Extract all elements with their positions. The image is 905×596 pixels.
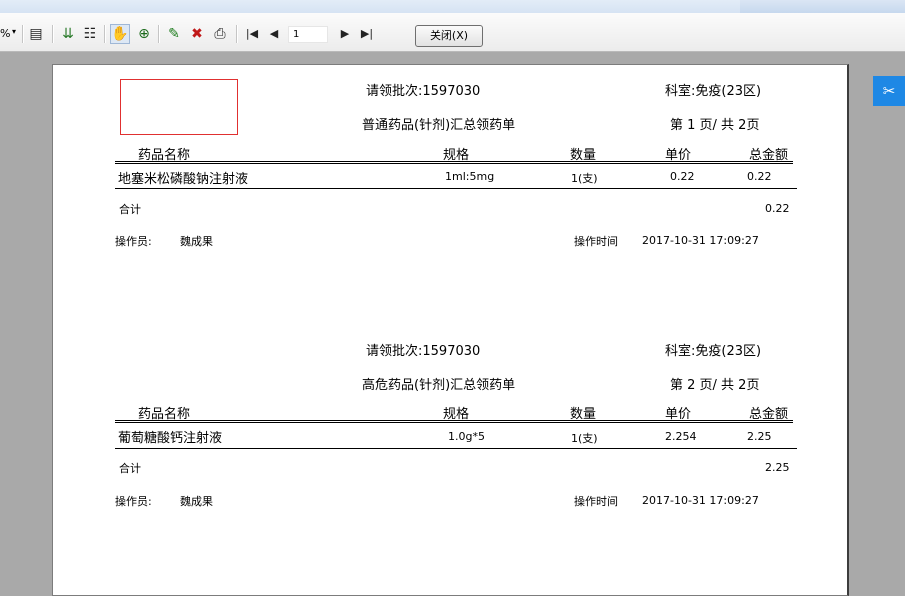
report-title: 高危药品(针剂)汇总领药单 bbox=[362, 378, 516, 393]
header-rule bbox=[115, 420, 793, 423]
delete-icon[interactable]: ✖ bbox=[187, 24, 207, 44]
table-cell-spec: 1ml:5mg bbox=[445, 170, 495, 183]
department-label: 科室:免疫(23区) bbox=[665, 344, 762, 359]
operator-name: 魏成果 bbox=[180, 495, 213, 508]
operation-time-label: 操作时间 bbox=[574, 495, 618, 508]
zoom-dropdown-icon[interactable]: ▾ bbox=[12, 27, 16, 36]
toolbar-separator bbox=[52, 25, 54, 43]
first-page-icon[interactable]: |◀ bbox=[242, 24, 262, 44]
operator-label: 操作员: bbox=[115, 495, 152, 508]
table-cell-name: 葡萄糖酸钙注射液 bbox=[118, 431, 223, 446]
tree-icon[interactable]: ☷ bbox=[80, 24, 100, 44]
table-cell-qty: 1(支) bbox=[571, 432, 598, 445]
total-value: 0.22 bbox=[765, 202, 790, 215]
table-cell-total: 0.22 bbox=[747, 170, 772, 183]
print-icon[interactable]: ⎙ bbox=[210, 24, 230, 44]
operation-time-value: 2017-10-31 17:09:27 bbox=[642, 234, 759, 247]
total-label: 合计 bbox=[119, 203, 141, 216]
row-rule bbox=[115, 188, 797, 189]
toolbar: % ▾ ▤ ⇊ ☷ ✋ ⊕ ✎ ✖ ⎙ |◀ ◀ 1 ▶ ▶| 关闭(X) bbox=[0, 13, 905, 52]
operation-time-label: 操作时间 bbox=[574, 235, 618, 248]
page-info: 第 2 页/ 共 2页 bbox=[670, 378, 760, 393]
edit-icon[interactable]: ✎ bbox=[164, 24, 184, 44]
window-title-strip-right bbox=[740, 0, 905, 13]
close-button[interactable]: 关闭(X) bbox=[415, 25, 483, 47]
hand-tool-icon[interactable]: ✋ bbox=[110, 24, 130, 44]
table-cell-total: 2.25 bbox=[747, 430, 772, 443]
table-cell-qty: 1(支) bbox=[571, 172, 598, 185]
operation-time-value: 2017-10-31 17:09:27 bbox=[642, 494, 759, 507]
zoom-in-icon[interactable]: ⊕ bbox=[134, 24, 154, 44]
export-icon[interactable]: ⇊ bbox=[58, 24, 78, 44]
table-cell-price: 2.254 bbox=[665, 430, 697, 443]
table-cell-spec: 1.0g*5 bbox=[448, 430, 485, 443]
table-cell-name: 地塞米松磷酸钠注射液 bbox=[118, 172, 249, 187]
prev-page-icon[interactable]: ◀ bbox=[264, 24, 284, 44]
operator-label: 操作员: bbox=[115, 235, 152, 248]
toolbar-separator bbox=[236, 25, 238, 43]
toolbar-separator bbox=[22, 25, 24, 43]
total-value: 2.25 bbox=[765, 461, 790, 474]
operator-name: 魏成果 bbox=[180, 235, 213, 248]
single-page-icon[interactable]: ▤ bbox=[26, 24, 46, 44]
table-cell-price: 0.22 bbox=[670, 170, 695, 183]
report-title: 普通药品(针剂)汇总领药单 bbox=[362, 118, 516, 133]
toolbar-separator bbox=[104, 25, 106, 43]
total-label: 合计 bbox=[119, 462, 141, 475]
stamp-area bbox=[120, 79, 238, 135]
department-label: 科室:免疫(23区) bbox=[665, 84, 762, 99]
page-number-input[interactable]: 1 bbox=[288, 26, 328, 43]
row-rule bbox=[115, 448, 797, 449]
page-info: 第 1 页/ 共 2页 bbox=[670, 118, 760, 133]
side-panel-icon[interactable]: ✂ bbox=[873, 76, 905, 106]
next-page-icon[interactable]: ▶ bbox=[335, 24, 355, 44]
header-rule bbox=[115, 161, 793, 164]
window-title-strip bbox=[0, 0, 905, 13]
report-page: 请领批次:1597030 科室:免疫(23区) 普通药品(针剂)汇总领药单 第 … bbox=[52, 64, 849, 596]
toolbar-separator bbox=[158, 25, 160, 43]
last-page-icon[interactable]: ▶| bbox=[357, 24, 377, 44]
zoom-percent-label: % bbox=[0, 27, 11, 40]
batch-label: 请领批次:1597030 bbox=[366, 344, 481, 359]
batch-label: 请领批次:1597030 bbox=[366, 84, 481, 99]
